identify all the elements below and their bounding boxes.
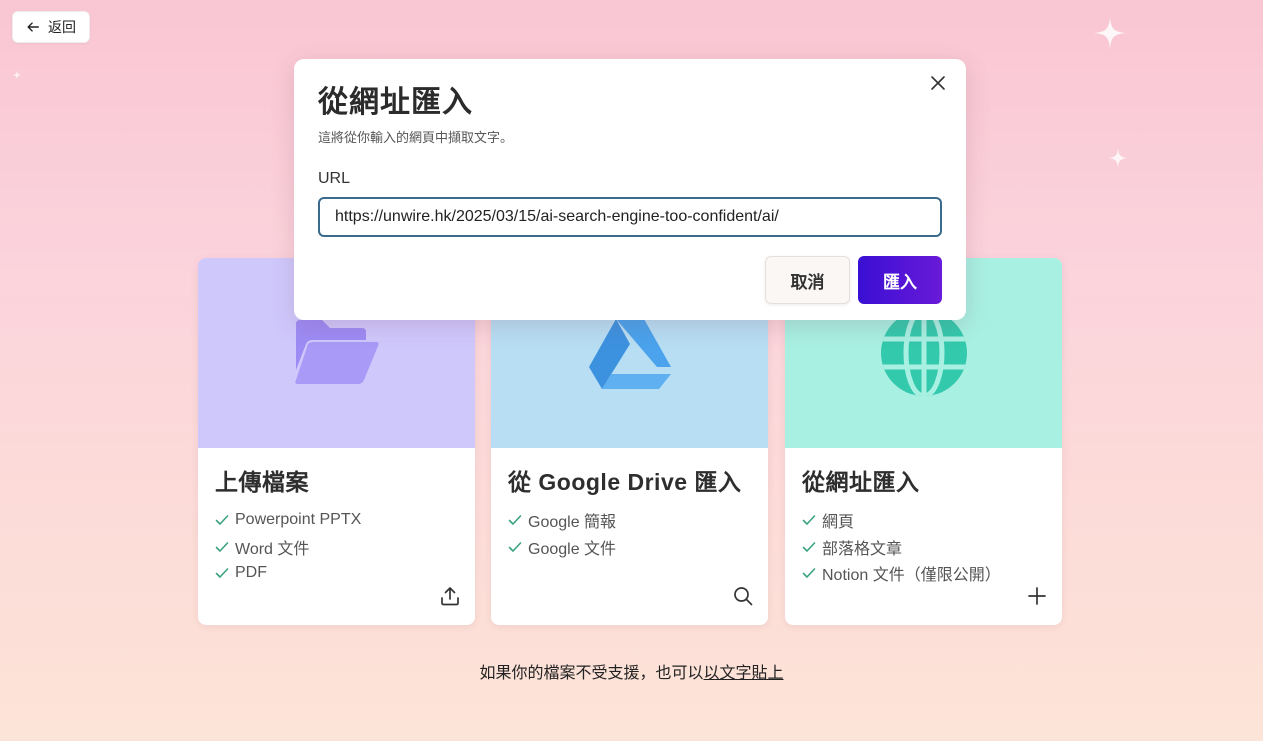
arrow-left-icon <box>27 22 39 32</box>
plus-icon[interactable] <box>1026 585 1048 607</box>
feature-label: Word 文件 <box>235 540 310 558</box>
url-input[interactable] <box>318 197 942 237</box>
upload-icon[interactable] <box>439 585 461 607</box>
feature-label: Notion 文件（僅限公開） <box>822 567 1001 585</box>
sparkle-icon <box>12 70 22 80</box>
dialog-subtitle: 這將從你輸入的網頁中擷取文字。 <box>318 130 514 145</box>
check-icon <box>802 541 816 552</box>
feature-item: 部落格文章 <box>802 534 1045 561</box>
close-icon[interactable] <box>930 75 946 91</box>
feature-label: PDF <box>235 564 267 582</box>
feature-item: PDF <box>215 560 458 587</box>
feature-label: 網頁 <box>822 514 855 532</box>
check-icon <box>508 515 522 526</box>
sparkle-icon <box>1108 148 1128 168</box>
search-icon[interactable] <box>732 585 754 607</box>
feature-item: Notion 文件（僅限公開） <box>802 560 1045 587</box>
check-icon <box>215 541 229 552</box>
unsupported-file-note: 如果你的檔案不受支援，也可以以文字貼上 <box>0 659 1263 683</box>
card-title: 從網址匯入 <box>802 469 920 495</box>
feature-item: Word 文件 <box>215 534 458 561</box>
footer-text: 如果你的檔案不受支援，也可以 <box>479 665 704 682</box>
import-url-dialog: 從網址匯入 這將從你輸入的網頁中擷取文字。 URL 取消 匯入 <box>294 59 966 320</box>
card-title: 從 Google Drive 匯入 <box>508 469 742 495</box>
check-icon <box>215 568 229 579</box>
feature-item: Google 簡報 <box>508 507 751 534</box>
check-icon <box>215 515 229 526</box>
feature-item: Powerpoint PPTX <box>215 507 458 534</box>
sparkle-icon <box>1094 17 1126 49</box>
card-title: 上傳檔案 <box>215 469 309 495</box>
feature-label: Google 簡報 <box>528 514 617 532</box>
back-button[interactable]: 返回 <box>12 11 90 43</box>
back-button-label: 返回 <box>48 19 76 35</box>
paste-text-link[interactable]: 以文字貼上 <box>704 665 784 682</box>
feature-label: Google 文件 <box>528 540 617 558</box>
url-label: URL <box>318 170 351 187</box>
dialog-title: 從網址匯入 <box>318 86 473 119</box>
feature-item: 網頁 <box>802 507 1045 534</box>
cancel-button[interactable]: 取消 <box>765 256 850 304</box>
feature-label: Powerpoint PPTX <box>235 511 362 529</box>
check-icon <box>508 541 522 552</box>
feature-label: 部落格文章 <box>822 540 903 558</box>
import-button[interactable]: 匯入 <box>858 256 942 304</box>
check-icon <box>802 568 816 579</box>
check-icon <box>802 515 816 526</box>
google-drive-icon <box>588 319 671 389</box>
feature-item: Google 文件 <box>508 534 751 561</box>
folder-icon <box>294 320 379 384</box>
globe-icon <box>880 310 967 396</box>
